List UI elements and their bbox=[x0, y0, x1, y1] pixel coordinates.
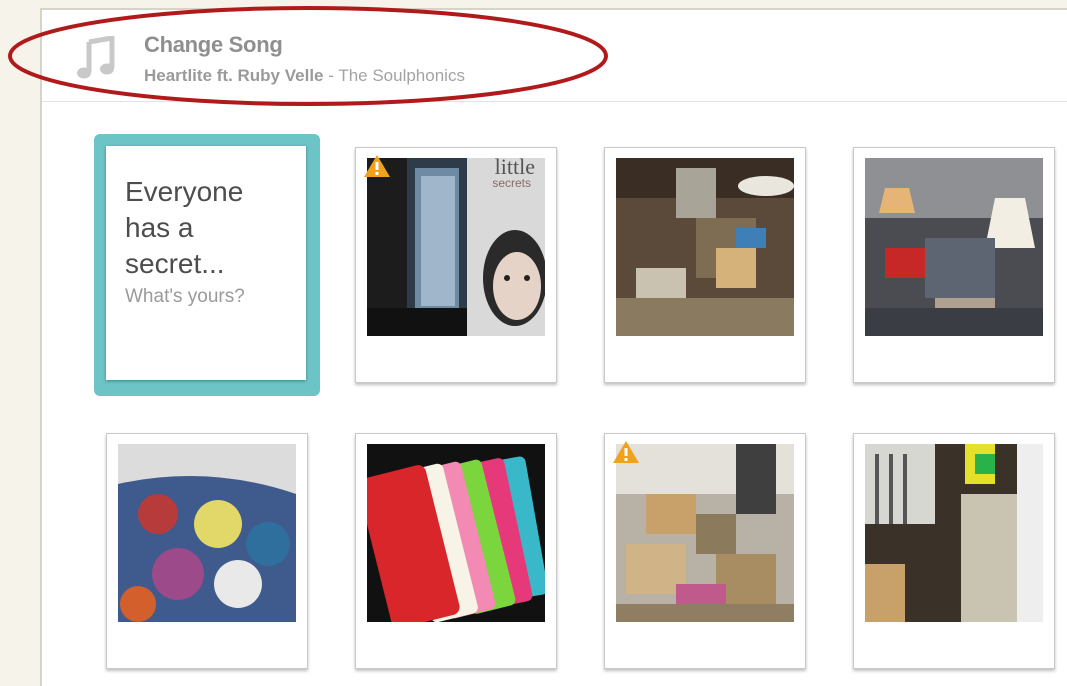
song-separator: - bbox=[323, 66, 339, 85]
photo-card-cluttered-room-1[interactable] bbox=[604, 147, 806, 383]
photo-card-album-cover[interactable]: little secrets bbox=[355, 147, 557, 383]
song-track-name: Heartlite ft. Ruby Velle bbox=[144, 66, 324, 85]
selected-card-highlight[interactable]: Everyone has a secret... What's yours? bbox=[94, 134, 320, 396]
change-song-label[interactable]: Change Song bbox=[144, 32, 283, 58]
clothes-pile-image bbox=[118, 444, 296, 622]
warning-icon bbox=[613, 441, 639, 463]
cluttered-room-boxes-image bbox=[616, 444, 794, 622]
photo-card-cluttered-room-boxes[interactable] bbox=[604, 433, 806, 669]
prompt-main-text: Everyone has a secret... bbox=[125, 176, 244, 279]
prompt-sub-text: What's yours? bbox=[125, 286, 245, 307]
cluttered-room-lamps-image bbox=[865, 158, 1043, 336]
photo-card-clothes-pile[interactable] bbox=[106, 433, 308, 669]
colorful-cases-image bbox=[367, 444, 545, 622]
album-title-line2: secrets bbox=[492, 176, 531, 190]
change-song-bar[interactable]: Change Song Heartlite ft. Ruby Velle - T… bbox=[42, 10, 1067, 102]
photo-card-stacked-newspapers[interactable] bbox=[853, 433, 1055, 669]
music-note-icon bbox=[77, 36, 115, 79]
current-song-info: Heartlite ft. Ruby Velle - The Soulphoni… bbox=[144, 66, 465, 86]
photo-card-colorful-cases[interactable] bbox=[355, 433, 557, 669]
stacked-newspapers-image bbox=[865, 444, 1043, 622]
song-artist-name: The Soulphonics bbox=[338, 66, 465, 85]
album-cover-image: little secrets bbox=[367, 158, 545, 336]
photo-card-cluttered-room-lamps[interactable] bbox=[853, 147, 1055, 383]
prompt-card[interactable]: Everyone has a secret... What's yours? bbox=[106, 146, 306, 380]
app-frame: Change Song Heartlite ft. Ruby Velle - T… bbox=[0, 0, 1067, 686]
warning-icon bbox=[364, 155, 390, 177]
cluttered-room-image bbox=[616, 158, 794, 336]
